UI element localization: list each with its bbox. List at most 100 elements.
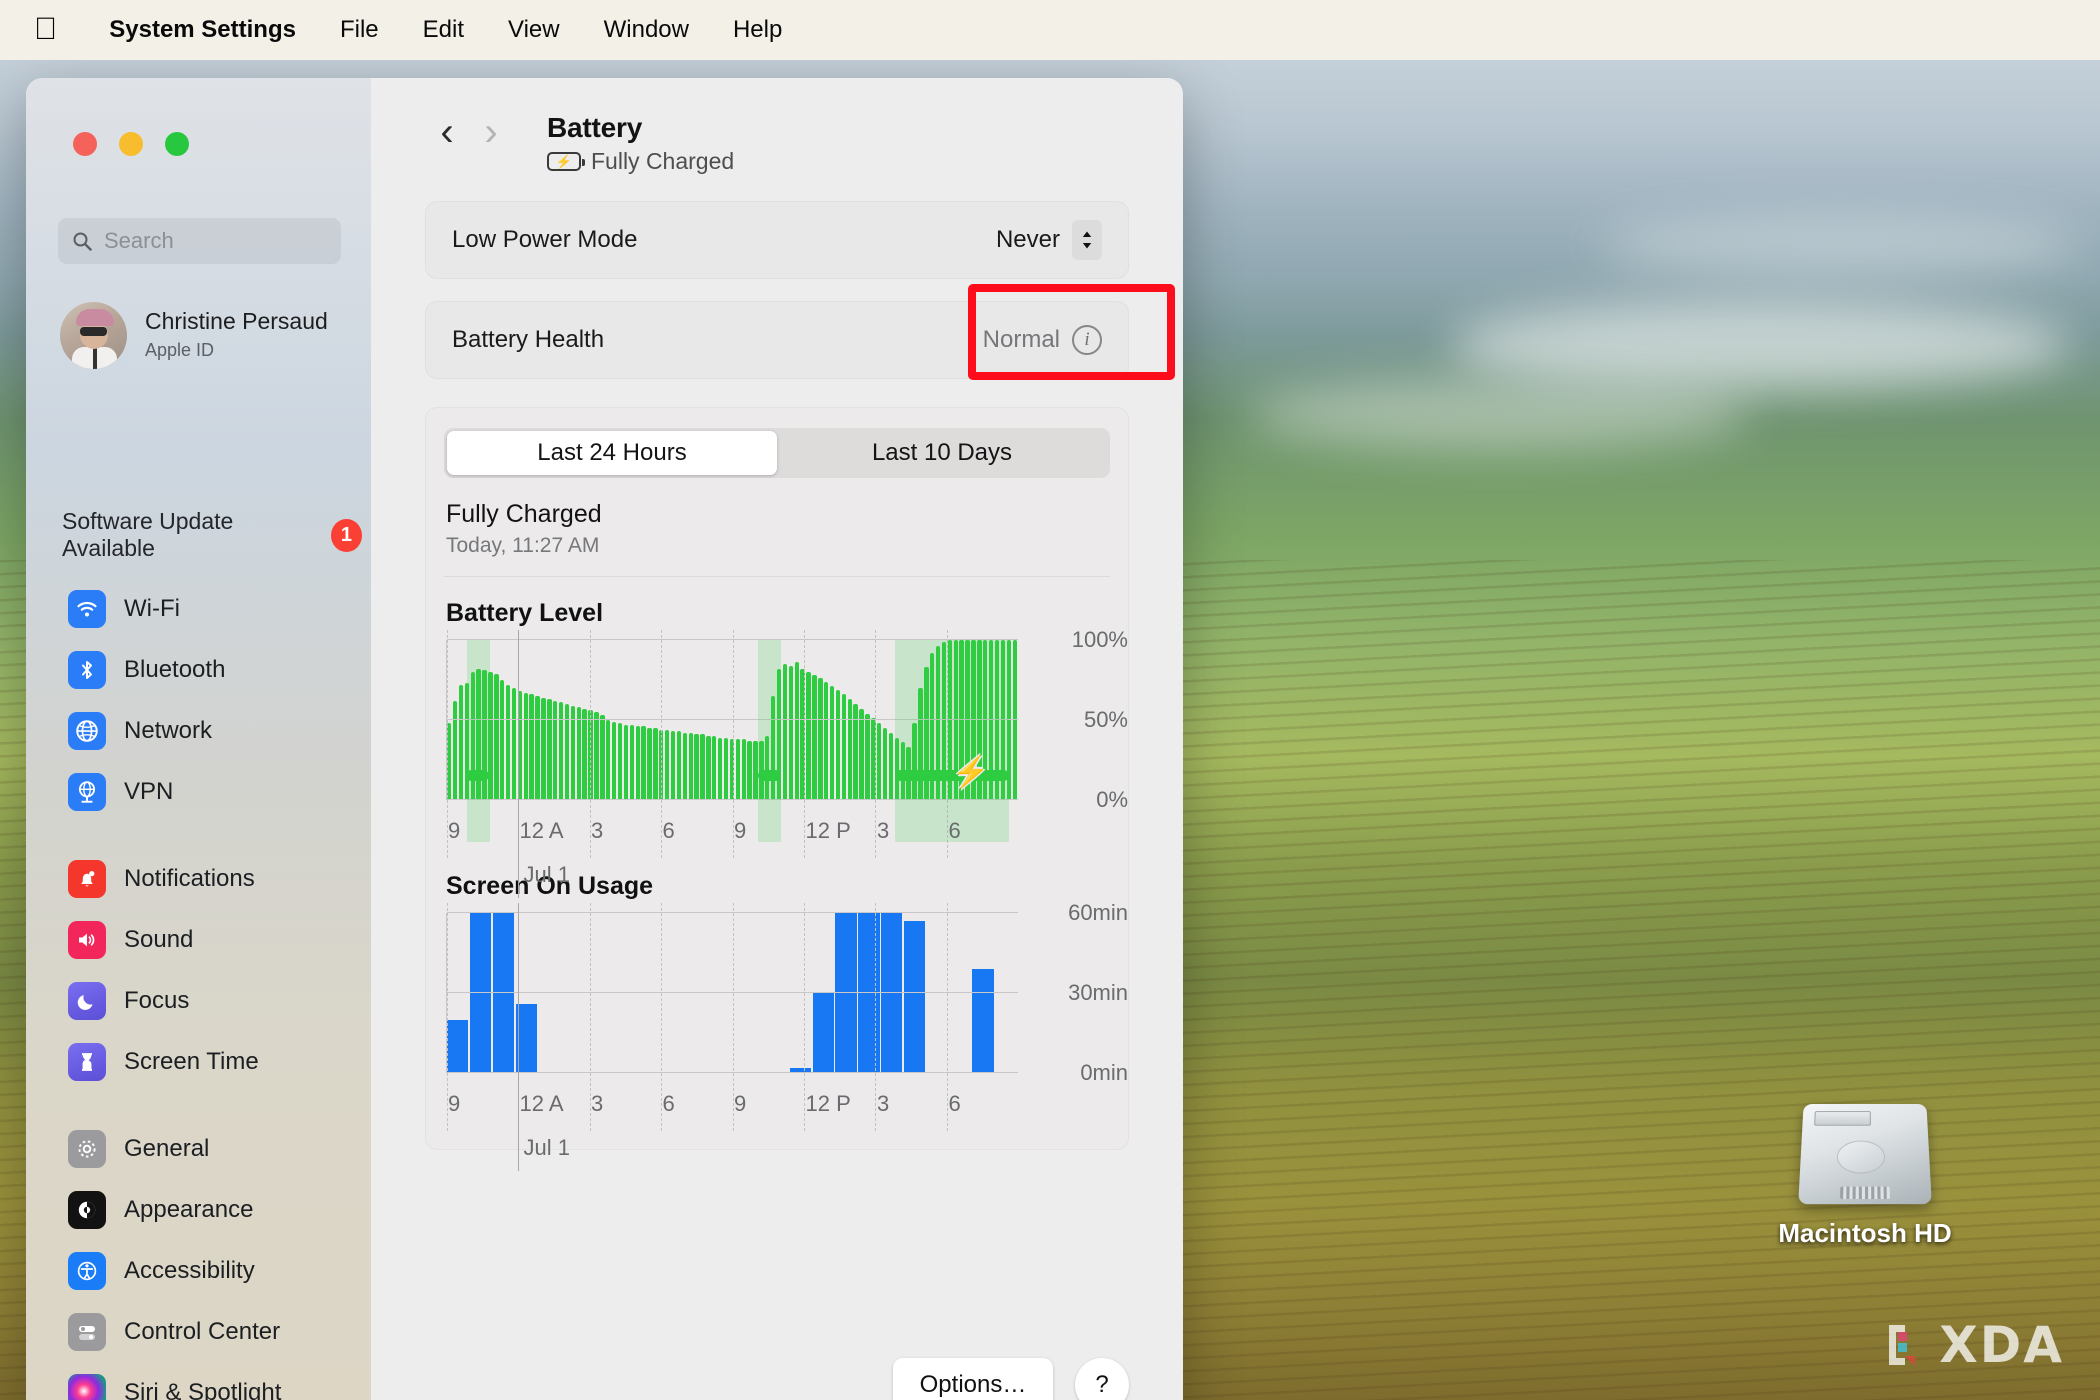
battery-health-value-group[interactable]: Normal i xyxy=(983,325,1102,355)
chart-bar xyxy=(553,700,558,800)
y-tick-label: 50% xyxy=(1083,707,1128,732)
desktop-icon-macintosh-hd[interactable]: Macintosh HD xyxy=(1775,1100,1955,1249)
account-row[interactable]: Christine Persaud Apple ID xyxy=(60,293,360,377)
low-power-mode-popup[interactable]: Never xyxy=(996,220,1102,260)
sidebar-item-focus[interactable]: Focus xyxy=(58,970,368,1031)
accessibility-icon xyxy=(68,1251,106,1290)
x-tick-label: 9 xyxy=(448,818,461,843)
x-tick-label: 12 A xyxy=(519,818,564,843)
menu-window[interactable]: Window xyxy=(582,16,711,44)
low-power-mode-row[interactable]: Low Power Mode Never xyxy=(426,202,1128,278)
options-button[interactable]: Options… xyxy=(893,1358,1053,1400)
date-label: Jul 1 xyxy=(523,862,570,887)
chart-bar xyxy=(700,734,705,800)
chevron-right-icon[interactable]: › xyxy=(469,112,513,152)
sidebar-item-bluetooth[interactable]: Bluetooth xyxy=(58,639,368,700)
account-name: Christine Persaud xyxy=(145,308,328,335)
footer-buttons: Options… ? xyxy=(371,1358,1183,1400)
menu-help[interactable]: Help xyxy=(711,16,804,44)
software-update-row[interactable]: Software Update Available 1 xyxy=(62,508,362,562)
chart-bar xyxy=(806,672,811,800)
help-button[interactable]: ? xyxy=(1075,1358,1129,1400)
chevron-up-down-icon[interactable] xyxy=(1072,220,1102,260)
chart-bar xyxy=(903,921,926,1073)
chart-bar xyxy=(670,731,676,800)
minimize-button[interactable] xyxy=(119,132,143,156)
sidebar-item-notifications[interactable]: Notifications xyxy=(58,848,368,909)
moon-icon xyxy=(68,981,106,1020)
search-input[interactable]: Search xyxy=(58,218,341,264)
detail-header: ‹ › Battery ⚡ Fully Charged xyxy=(371,78,1183,175)
y-tick-label: 0min xyxy=(1080,1060,1128,1085)
chart-bar xyxy=(535,696,540,800)
sidebar-item-sound[interactable]: Sound xyxy=(58,909,368,970)
chart-bar xyxy=(641,726,646,800)
tab-last-10-days[interactable]: Last 10 Days xyxy=(777,431,1107,475)
axis-tick xyxy=(518,903,520,1171)
system-settings-window: Search Christine Persaud Apple ID Softwa… xyxy=(26,78,1183,1400)
apple-logo-icon[interactable]:  xyxy=(34,13,57,44)
sidebar-item-label: Bluetooth xyxy=(124,655,226,683)
menu-system-settings[interactable]: System Settings xyxy=(87,16,318,44)
x-tick-label: 9 xyxy=(734,1091,747,1116)
battery-health-value: Normal xyxy=(982,326,1060,353)
chart-bar xyxy=(511,688,517,800)
xda-watermark: XDA xyxy=(1885,1316,2064,1374)
sidebar-item-control-center[interactable]: Control Center xyxy=(58,1301,368,1362)
chart-bar xyxy=(606,720,611,800)
sidebar-item-screen-time[interactable]: Screen Time xyxy=(58,1031,368,1092)
sidebar-item-siri-spotlight[interactable]: Siri & Spotlight xyxy=(58,1362,368,1400)
chart-bar xyxy=(492,913,515,1073)
chart-bar xyxy=(882,728,888,800)
chevron-left-icon[interactable]: ‹ xyxy=(425,112,469,152)
chart-bar xyxy=(841,694,847,800)
menu-view[interactable]: View xyxy=(486,16,582,44)
sidebar-item-network[interactable]: Network xyxy=(58,700,368,761)
battery-status: ⚡ Fully Charged xyxy=(547,148,734,175)
chart-bar xyxy=(741,739,746,800)
bluetooth-icon xyxy=(68,650,106,689)
sidebar: Search Christine Persaud Apple ID Softwa… xyxy=(26,78,371,1400)
y-tick-label: 60min xyxy=(1068,900,1128,925)
page-title: Battery xyxy=(547,112,643,143)
sidebar-item-general[interactable]: General xyxy=(58,1118,368,1179)
search-icon xyxy=(72,231,92,251)
menu-edit[interactable]: Edit xyxy=(401,16,486,44)
chart-bar xyxy=(447,1019,469,1073)
menu-file[interactable]: File xyxy=(318,16,401,44)
detail-pane: ‹ › Battery ⚡ Fully Charged Low Power Mo… xyxy=(371,78,1183,1400)
screen-usage-plot xyxy=(446,903,1018,1171)
sidebar-item-wifi[interactable]: Wi-Fi xyxy=(58,578,368,639)
close-button[interactable] xyxy=(73,132,97,156)
charging-indicator xyxy=(466,770,489,781)
sidebar-item-label: Siri & Spotlight xyxy=(124,1378,282,1400)
y-tick-label: 0% xyxy=(1096,787,1128,812)
menu-bar:  System Settings File Edit View Window … xyxy=(0,0,2100,60)
sidebar-item-accessibility[interactable]: Accessibility xyxy=(58,1240,368,1301)
chart-bar xyxy=(877,723,882,800)
y-tick-label: 100% xyxy=(1071,627,1128,652)
sidebar-item-appearance[interactable]: Appearance xyxy=(58,1179,368,1240)
screen-usage-chart: 60min 30min 0min 9 12 A 3 6 9 12 P 3 6 Jul 1 xyxy=(426,900,1128,1171)
x-tick-label: 6 xyxy=(662,1091,675,1116)
tab-last-24-hours[interactable]: Last 24 Hours xyxy=(447,431,777,475)
x-tick-label: 6 xyxy=(948,818,961,843)
usage-card: Last 24 Hours Last 10 Days Fully Charged… xyxy=(425,407,1129,1171)
zoom-button[interactable] xyxy=(165,132,189,156)
sidebar-item-label: VPN xyxy=(124,777,174,805)
x-tick-label: 6 xyxy=(662,818,675,843)
chart-bar xyxy=(735,739,741,800)
chart-bar xyxy=(505,684,511,800)
chart-bar xyxy=(523,692,528,800)
chart-bar xyxy=(847,699,852,800)
chart-bar xyxy=(529,694,534,800)
chart-bar xyxy=(782,664,788,800)
chart-bar xyxy=(753,740,758,800)
battery-level-y-axis: 100% 50% 0% xyxy=(1023,627,1128,812)
sidebar-item-vpn[interactable]: VPN xyxy=(58,761,368,822)
avatar xyxy=(60,301,127,369)
chart-bar xyxy=(812,675,817,800)
y-tick-label: 30min xyxy=(1068,980,1128,1005)
info-icon[interactable]: i xyxy=(1072,325,1102,355)
battery-health-row[interactable]: Battery Health Normal i xyxy=(426,302,1128,378)
